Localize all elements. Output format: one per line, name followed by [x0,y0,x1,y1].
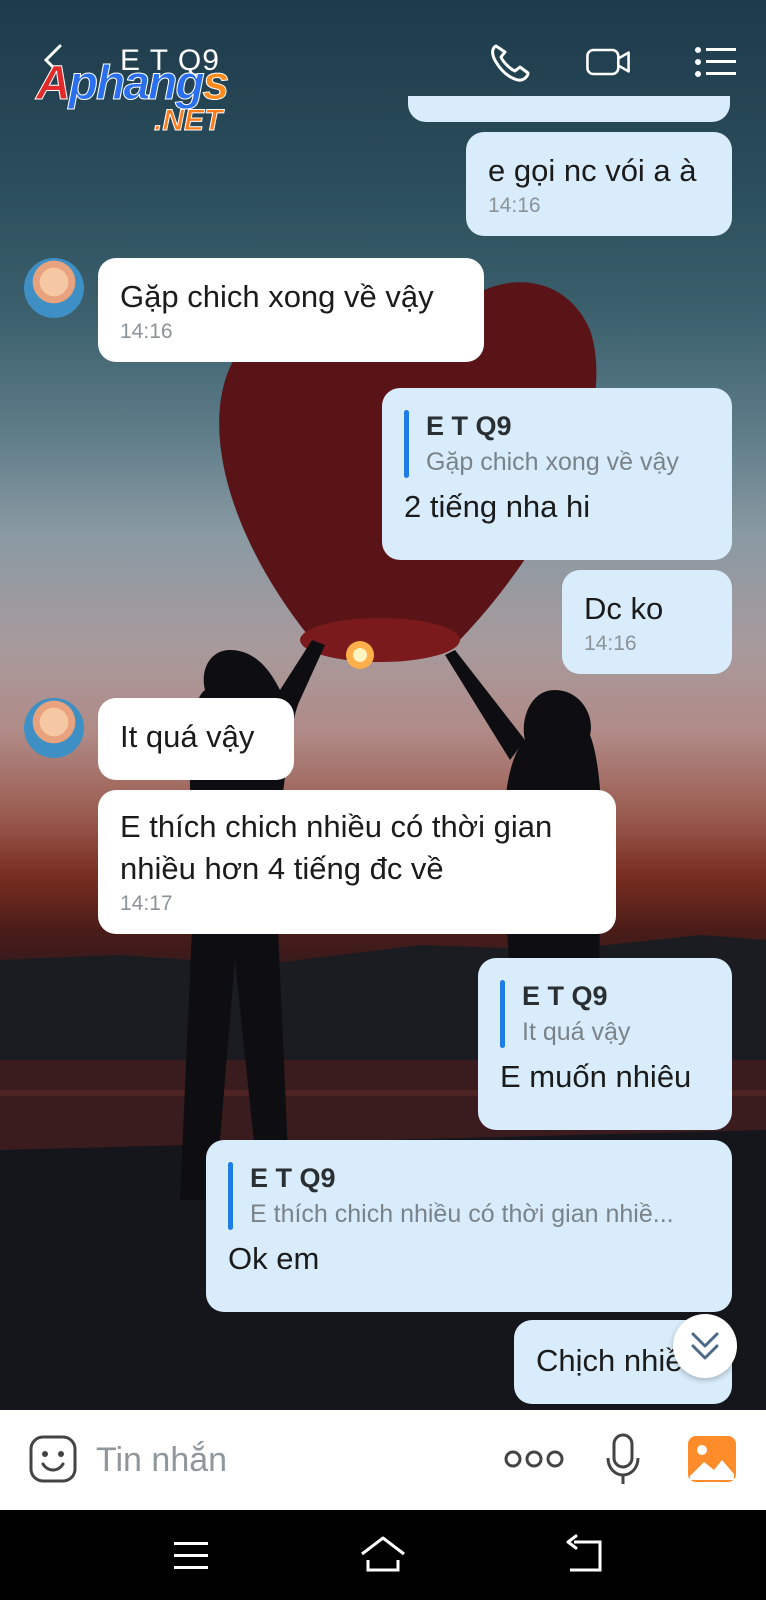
message-time: 14:16 [120,320,173,343]
message-text: 2 tiếng nha hi [404,489,591,524]
quote-bar [404,410,409,478]
message-text: Dc ko [584,591,664,626]
message-text-line: E thích chich nhiều có thời gian [120,809,553,844]
more-dots-icon[interactable] [504,1446,564,1472]
phone-icon[interactable] [486,40,534,84]
list-menu-icon[interactable] [692,40,740,84]
message-text: e gọi nc vói a à [488,153,697,188]
watermark-subtext: .NET [153,104,223,138]
message-bubble-incoming[interactable]: It quá vậy [98,698,294,780]
message-text-line: nhiều hơn 4 tiếng đc về [120,851,444,886]
message-text: Gặp chich xong về vậy [120,279,434,314]
watermark-logo: Aphangs .NET [36,56,276,140]
message-text: Ok em [228,1241,320,1276]
quote-text: It quá vậy [522,1018,631,1046]
message-bubble-incoming[interactable]: E thích chich nhiều có thời gian nhiều h… [98,790,616,934]
nav-back-icon[interactable] [560,1530,610,1580]
message-input-bar [0,1410,766,1510]
message-time: 14:17 [120,892,173,915]
microphone-icon[interactable] [604,1432,642,1488]
video-icon[interactable] [584,40,632,84]
message-bubble-partial [408,96,730,122]
message-time: 14:16 [488,194,541,217]
quote-bar [228,1162,233,1230]
reply-quote[interactable]: E T Q9 It quá vậy [500,978,710,1050]
watermark-text: Aphangs [36,57,230,111]
nav-home-icon[interactable] [358,1530,408,1580]
quote-sender: E T Q9 [250,1163,336,1193]
message-text: E muốn nhiêu [500,1059,692,1094]
quote-sender: E T Q9 [426,411,512,441]
message-text: It quá vậy [120,719,255,754]
reply-quote[interactable]: E T Q9 Gặp chich xong về vậy [404,408,710,480]
message-bubble-reply[interactable]: E T Q9 Gặp chich xong về vậy 2 tiếng nha… [382,388,732,560]
sticker-smile-icon[interactable] [28,1434,78,1484]
image-gallery-icon[interactable] [686,1434,738,1484]
message-bubble-reply[interactable]: E T Q9 It quá vậy E muốn nhiêu [478,958,732,1130]
message-time: 14:16 [584,632,637,655]
avatar[interactable] [24,698,84,758]
system-navigation-bar [0,1510,766,1600]
message-bubble-outgoing[interactable]: e gọi nc vói a à 14:16 [466,132,732,236]
quote-sender: E T Q9 [522,981,608,1011]
nav-menu-icon[interactable] [166,1530,216,1580]
quote-text: E thích chich nhiều có thời gian nhiề... [250,1200,674,1228]
message-bubble-reply[interactable]: E T Q9 E thích chich nhiều có thời gian … [206,1140,732,1312]
double-chevron-down-icon [691,1332,719,1360]
message-bubble-outgoing[interactable]: Dc ko 14:16 [562,570,732,674]
reply-quote[interactable]: E T Q9 E thích chich nhiều có thời gian … [228,1160,710,1232]
avatar[interactable] [24,258,84,318]
quote-bar [500,980,505,1048]
message-bubble-incoming[interactable]: Gặp chich xong về vậy 14:16 [98,258,484,362]
message-input[interactable] [96,1434,476,1486]
scroll-to-bottom-button[interactable] [673,1314,737,1378]
quote-text: Gặp chich xong về vậy [426,448,679,476]
